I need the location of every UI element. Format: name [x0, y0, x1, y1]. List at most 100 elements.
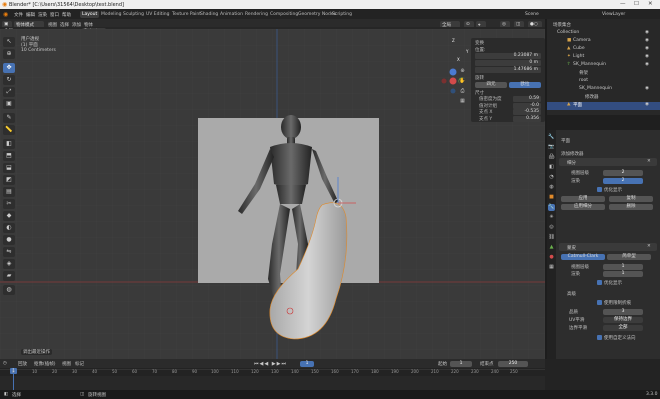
outliner-row[interactable]: ☥ SK_Mannequin ◉ — [547, 62, 660, 70]
outliner-row[interactable]: ■ Camera ◉ — [547, 38, 660, 46]
camera-view-icon[interactable]: ⎙ — [459, 88, 466, 95]
opt-display-checkbox[interactable] — [597, 280, 602, 285]
smooth-tool-icon[interactable]: ● — [3, 235, 15, 245]
simple-tab[interactable]: 简单型 — [607, 254, 651, 260]
bevel-tool-icon[interactable]: ◩ — [3, 175, 15, 185]
start-frame-field[interactable]: 1 — [450, 360, 472, 367]
workspace-tab-rendering[interactable]: Rendering — [243, 11, 270, 18]
annotate-tool-icon[interactable]: ✎ — [3, 113, 15, 123]
rotation-mode-quaternion[interactable]: 四元 — [475, 82, 507, 88]
workspace-tab-animation[interactable]: Animation — [218, 11, 245, 18]
scene-selector[interactable]: Scene — [525, 12, 539, 17]
apply-button[interactable]: 应用 — [561, 196, 605, 202]
np-row-value[interactable]: -0.535 — [513, 109, 541, 115]
uv-smooth-dropdown[interactable]: 保持边界 — [603, 317, 643, 323]
visibility-eye-icon[interactable]: ◉ — [645, 30, 649, 35]
use-crease-checkbox[interactable] — [597, 335, 602, 340]
menu-help[interactable]: 帮助 — [62, 12, 71, 18]
shrink-tool-icon[interactable]: ◈ — [3, 259, 15, 269]
subdiv-levels-field[interactable]: 2 — [603, 170, 643, 176]
np-row-value[interactable]: -0.0 — [513, 102, 541, 109]
location-z-field[interactable]: 1.47686 m — [475, 67, 541, 73]
menu-window[interactable]: 窗口 — [50, 12, 59, 18]
subdiv-render-field[interactable]: 2 — [603, 178, 643, 184]
outliner-row[interactable]: 骨架 — [547, 70, 660, 78]
menu-keying[interactable]: 抠像(插帧) — [34, 361, 56, 367]
pan-hand-icon[interactable]: ✋ — [459, 78, 466, 85]
timeline-track-area[interactable] — [0, 376, 545, 390]
rotation-mode-euler[interactable]: 欧拉 — [509, 82, 541, 88]
close-icon[interactable]: ✕ — [647, 159, 651, 164]
outliner-row[interactable]: SK_Mannequin ◉ — [547, 86, 660, 94]
outliner-row[interactable]: root — [547, 78, 660, 86]
extrude-tool-icon[interactable]: ⬒ — [3, 151, 15, 161]
visibility-eye-icon[interactable]: ◉ — [645, 38, 649, 43]
visibility-eye-icon[interactable]: ◉ — [645, 102, 649, 107]
poly-build-tool-icon[interactable]: ◆ — [3, 211, 15, 221]
select-tool-icon[interactable]: ↖ — [3, 37, 15, 47]
location-x-field[interactable]: 0.23087 m — [475, 53, 541, 59]
current-frame-field[interactable]: 1 — [300, 360, 314, 367]
menu-edit[interactable]: 编辑 — [26, 12, 35, 18]
output-tab-icon[interactable]: 🖨 — [548, 154, 555, 161]
delete-button[interactable]: 删除 — [609, 204, 653, 210]
np-row-value[interactable]: 0.356 — [513, 115, 541, 122]
subdiv-opt-checkbox[interactable] — [597, 187, 602, 192]
particles-tab-icon[interactable]: ✳ — [548, 214, 555, 221]
knife-tool-icon[interactable]: ✂ — [3, 199, 15, 209]
world-tab-icon[interactable]: ◍ — [548, 184, 555, 191]
constraints-tab-icon[interactable]: ⛓ — [548, 234, 555, 241]
workspace-tab-sculpting[interactable]: Sculpting — [121, 11, 146, 18]
boundary-smooth-dropdown[interactable]: 全部 — [603, 325, 643, 331]
visibility-eye-icon[interactable]: ◉ — [645, 54, 649, 59]
workspace-tab-scripting[interactable]: Scripting — [330, 11, 354, 18]
outliner-row-selected[interactable]: ▲ 平面 ◉ — [547, 102, 660, 110]
move-tool-icon[interactable]: ✥ — [3, 63, 15, 73]
material-tab-icon[interactable]: ● — [548, 254, 555, 261]
apply-subdiv-button[interactable]: 应用细分 — [561, 204, 605, 210]
playback-controls[interactable]: ⏮◀◀ ▶▶⏭ — [254, 361, 287, 367]
blender-menu-icon[interactable]: ◉ — [3, 11, 8, 18]
end-frame-field[interactable]: 250 — [498, 360, 528, 367]
workspace-tab-uv-editing[interactable]: UV Editing — [144, 11, 171, 18]
modifier-name-field[interactable]: 细分 — [567, 160, 576, 166]
visibility-eye-icon[interactable]: ◉ — [645, 86, 649, 91]
transform-tool-icon[interactable]: ▣ — [3, 99, 15, 109]
visibility-eye-icon[interactable]: ◉ — [645, 46, 649, 51]
data-tab-icon[interactable]: ▲ — [548, 244, 555, 251]
workspace-tab-shading[interactable]: Shading — [198, 11, 220, 18]
location-y-field[interactable]: 0 m — [475, 60, 541, 66]
modifier-name-field[interactable]: 蒙皮 — [567, 245, 576, 251]
menu-playback[interactable]: 回放 — [18, 361, 27, 367]
menu-render[interactable]: 渲染 — [38, 12, 47, 18]
tool-tab-icon[interactable]: 🔧 — [548, 134, 555, 141]
outliner-row[interactable]: ✦ Light ◉ — [547, 54, 660, 62]
visibility-eye-icon[interactable]: ◉ — [645, 62, 649, 67]
view-layer-selector[interactable]: ViewLayer — [602, 12, 625, 17]
np-row-value[interactable]: 0.59 — [513, 96, 541, 102]
maximize-icon[interactable]: ☐ — [634, 1, 639, 7]
menu-marker[interactable]: 标记 — [75, 361, 84, 367]
workspace-tab-layout[interactable]: Layout — [80, 10, 100, 18]
levels-viewport-field[interactable]: 1 — [603, 264, 643, 270]
texture-tab-icon[interactable]: ▦ — [548, 264, 555, 271]
cursor-tool-icon[interactable]: ⊕ — [3, 49, 15, 59]
copy-button[interactable]: 复制 — [609, 196, 653, 202]
measure-tool-icon[interactable]: 📏 — [3, 125, 15, 135]
modifier-subdiv-header[interactable]: 细分 ✕ — [559, 158, 657, 166]
rotate-tool-icon[interactable]: ↻ — [3, 75, 15, 85]
render-tab-icon[interactable]: 📷 — [548, 144, 555, 151]
modifier-tab-icon[interactable]: 🔧 — [548, 204, 555, 211]
levels-render-field[interactable]: 1 — [603, 271, 643, 277]
outliner-row[interactable]: Collection ◉ — [547, 30, 660, 38]
physics-tab-icon[interactable]: ◎ — [548, 224, 555, 231]
editor-type-icon[interactable]: ◷ — [3, 361, 7, 366]
inset-tool-icon[interactable]: ⬓ — [3, 163, 15, 173]
shear-tool-icon[interactable]: ▰ — [3, 271, 15, 281]
loop-cut-tool-icon[interactable]: ▤ — [3, 187, 15, 197]
advanced-section[interactable]: 高级 — [567, 291, 576, 297]
minimize-icon[interactable]: — — [620, 1, 626, 7]
menu-view[interactable]: 视图 — [62, 361, 71, 367]
zoom-icon[interactable]: ⊕ — [459, 68, 466, 75]
view-layer-tab-icon[interactable]: ◧ — [548, 164, 555, 171]
